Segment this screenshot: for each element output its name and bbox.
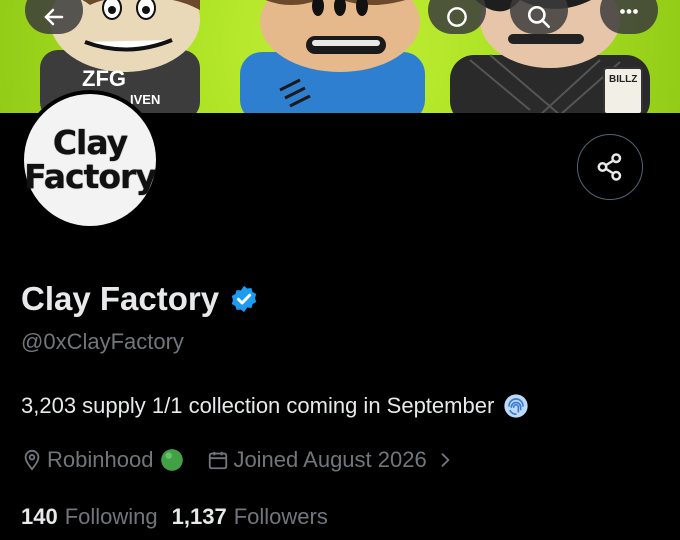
refresh-icon: [447, 7, 467, 27]
joined-item[interactable]: Joined August 2026: [207, 447, 454, 473]
bio-text: 3,203 supply 1/1 collection coming in Se…: [21, 393, 495, 418]
display-name: Clay Factory: [21, 280, 220, 317]
followers-label: Followers: [233, 504, 328, 529]
avatar-logo: Clay Factory: [24, 94, 157, 226]
follow-stats: 140 Following 1,137 Followers: [21, 504, 328, 530]
location-pin-icon: [24, 449, 40, 471]
search-icon: [527, 5, 551, 29]
chevron-right-icon: [441, 453, 450, 467]
banner-sign-zfg: ZFG: [82, 66, 126, 91]
following-link[interactable]: 140 Following: [21, 504, 158, 530]
joined-text: Joined August 2026: [233, 447, 427, 472]
location-item: Robinhood: [21, 447, 185, 473]
share-button[interactable]: [577, 134, 643, 200]
profile-handle: @0xClayFactory: [21, 329, 184, 354]
following-count: 140: [21, 504, 58, 529]
more-icon: [620, 9, 638, 14]
followers-count: 1,137: [171, 504, 227, 529]
profile-name-row: Clay Factory: [21, 280, 259, 318]
calendar-icon: [209, 451, 228, 470]
profile-bio: 3,203 supply 1/1 collection coming in Se…: [21, 392, 530, 420]
profile-avatar[interactable]: Clay Factory: [20, 90, 160, 230]
back-arrow-icon: [44, 8, 64, 26]
verified-badge-icon[interactable]: [229, 284, 259, 314]
avatar-logo-line2: Factory: [24, 157, 157, 196]
followers-link[interactable]: 1,137 Followers: [172, 504, 328, 530]
profile-meta: Robinhood Joined August 2026: [21, 447, 455, 473]
fingerprint-emoji-icon: [504, 394, 528, 418]
following-label: Following: [64, 504, 158, 529]
green-circle-emoji-icon: [161, 449, 184, 471]
location-text: Robinhood: [47, 447, 154, 472]
banner-sign-iven: IVEN: [130, 92, 160, 107]
avatar-logo-line1: Clay: [52, 123, 128, 162]
share-icon: [597, 153, 622, 181]
banner-sign-billz: BILLZ: [609, 74, 637, 85]
